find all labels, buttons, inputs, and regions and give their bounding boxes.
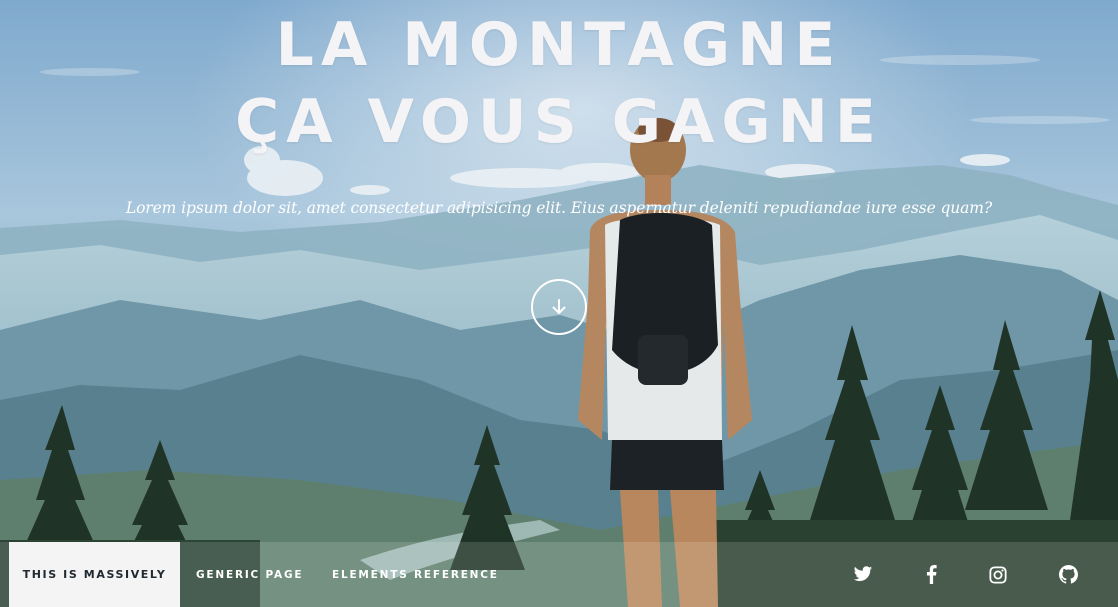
arrow-down-icon [552, 299, 566, 314]
hero-title-line-1: LA MONTAGNE [275, 10, 843, 80]
nav-brand-link[interactable]: THIS IS MASSIVELY [9, 542, 180, 607]
hero-subtitle: Lorem ipsum dolor sit, amet consectetur … [125, 199, 993, 217]
bottom-navbar: THIS IS MASSIVELY GENERIC PAGE ELEMENTS … [0, 542, 1118, 607]
facebook-icon[interactable] [916, 542, 946, 607]
github-icon[interactable] [1053, 542, 1083, 607]
instagram-icon[interactable] [983, 542, 1013, 607]
scroll-down-button[interactable] [531, 279, 587, 335]
hero-title-line-2: ÇA VOUS GAGNE [235, 87, 883, 157]
nav-link-generic-page[interactable]: GENERIC PAGE [196, 542, 303, 607]
twitter-icon[interactable] [848, 542, 878, 607]
nav-link-elements-reference[interactable]: ELEMENTS REFERENCE [332, 542, 499, 607]
